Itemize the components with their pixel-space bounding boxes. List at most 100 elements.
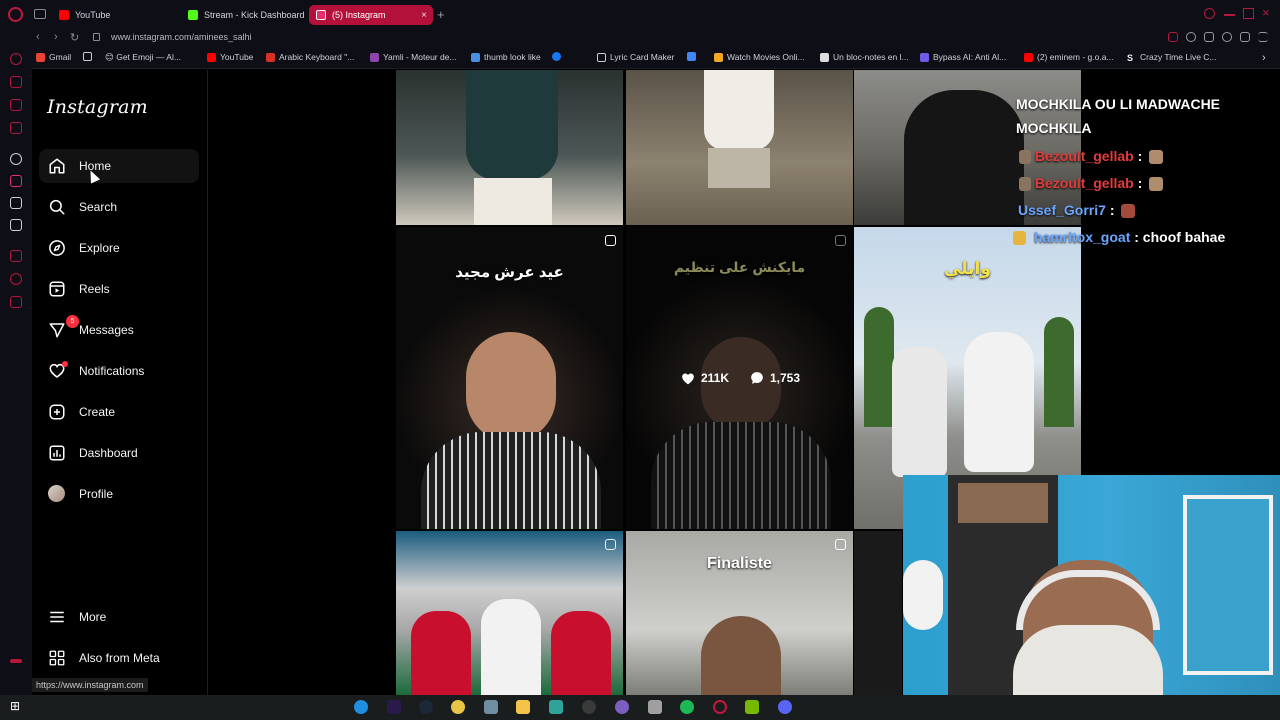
- nav-reels[interactable]: Reels: [39, 272, 199, 306]
- crazy-time-icon: S: [1127, 52, 1134, 63]
- close-window-icon[interactable]: ×: [1262, 5, 1270, 20]
- nav-explore[interactable]: Explore: [39, 231, 199, 265]
- bookmark-docs[interactable]: [687, 52, 696, 61]
- nav-profile[interactable]: Profile: [39, 477, 199, 511]
- instagram-logo[interactable]: Instagram: [47, 96, 148, 118]
- webcam-frame: [958, 483, 1048, 523]
- reload-button[interactable]: ↻: [70, 31, 79, 44]
- emote-icon: [1149, 177, 1164, 192]
- file-explorer-icon[interactable]: [516, 700, 530, 714]
- bookmark-thumb[interactable]: thumb look like: [471, 52, 541, 62]
- extensions-icon[interactable]: [1204, 32, 1214, 42]
- app-icon[interactable]: [484, 700, 498, 714]
- meta-apps-icon: [48, 649, 66, 667]
- bookmark-bypass-ai[interactable]: Bypass AI: Anti Al...: [920, 52, 1006, 62]
- messenger-sidebar-icon[interactable]: [10, 76, 22, 88]
- bookmark-gmail[interactable]: Gmail: [36, 52, 71, 62]
- back-button[interactable]: ‹: [36, 31, 40, 43]
- edge-icon[interactable]: [354, 700, 368, 714]
- app-icon[interactable]: [615, 700, 629, 714]
- aria-icon[interactable]: [10, 53, 22, 65]
- bookmark-lyric-card[interactable]: Lyric Card Maker: [597, 52, 674, 62]
- chrome-icon[interactable]: [451, 700, 465, 714]
- post-tile[interactable]: [396, 531, 623, 695]
- tab-kick-dashboard[interactable]: Stream - Kick Dashboard: [181, 5, 309, 25]
- spotify-icon[interactable]: [680, 700, 694, 714]
- nav-label: More: [79, 610, 107, 624]
- bookmark-bloc-notes[interactable]: Un bloc-notes en l...: [820, 52, 909, 62]
- maximize-icon[interactable]: [1243, 8, 1254, 19]
- bookmark-get-emoji[interactable]: 😊 Get Emoji — Al...: [105, 52, 181, 63]
- bookmark-youtube[interactable]: YouTube: [207, 52, 253, 62]
- post-tile[interactable]: [854, 531, 902, 695]
- nav-home[interactable]: Home: [39, 149, 199, 183]
- tab-close-icon[interactable]: ×: [421, 10, 427, 21]
- tab-title: Stream - Kick Dashboard: [204, 10, 305, 20]
- minimize-icon[interactable]: [1224, 14, 1235, 16]
- sidebar-settings-icon[interactable]: [10, 659, 22, 663]
- forward-button[interactable]: ›: [54, 31, 58, 43]
- chat-username[interactable]: Ussef_Gorri7: [1018, 202, 1106, 218]
- chat-username[interactable]: hamritox_goat: [1034, 229, 1130, 245]
- chatgpt-sidebar-icon[interactable]: [10, 153, 22, 165]
- tab-youtube[interactable]: YouTube: [52, 5, 176, 25]
- post-figure: [411, 611, 471, 695]
- post-tile[interactable]: Finaliste: [626, 531, 853, 695]
- new-tab-button[interactable]: +: [437, 7, 445, 22]
- bookmark-arabic-keyboard[interactable]: Arabic Keyboard "...: [266, 52, 354, 62]
- chat-username[interactable]: Bezoult_gellab: [1035, 175, 1134, 191]
- docs-icon: [687, 52, 696, 61]
- nav-messages[interactable]: 5 Messages: [39, 313, 199, 347]
- nav-also-from-meta[interactable]: Also from Meta: [39, 641, 199, 675]
- instagram-sidebar-icon[interactable]: [10, 175, 22, 187]
- twitch-sidebar-icon[interactable]: [10, 99, 22, 111]
- nav-notifications[interactable]: Notifications: [39, 354, 199, 388]
- lock-icon[interactable]: [93, 33, 100, 41]
- history-sidebar-icon[interactable]: [10, 273, 22, 285]
- premiere-icon[interactable]: [387, 700, 401, 714]
- account-icon[interactable]: [1222, 32, 1232, 42]
- menu-icon[interactable]: [1258, 32, 1268, 42]
- nav-create[interactable]: Create: [39, 395, 199, 429]
- url-field[interactable]: www.instagram.com/aminees_salhi: [111, 32, 252, 42]
- nav-more[interactable]: More: [39, 600, 199, 634]
- bookmark-page[interactable]: [83, 52, 92, 61]
- post-tile[interactable]: [396, 70, 623, 225]
- download-icon[interactable]: [1240, 32, 1250, 42]
- instagram-favicon-icon: [316, 10, 326, 20]
- speaker-icon[interactable]: [1168, 32, 1178, 42]
- bookmark-yamli[interactable]: Yamli - Moteur de...: [370, 52, 457, 62]
- bookmark-label: YouTube: [220, 52, 254, 62]
- media-sidebar-icon[interactable]: [10, 122, 22, 134]
- bookmark-crazy-time[interactable]: S Crazy Time Live C...: [1127, 52, 1217, 63]
- opera-logo-icon[interactable]: [8, 7, 23, 22]
- bookmark-facebook[interactable]: [552, 52, 561, 61]
- nav-dashboard[interactable]: Dashboard: [39, 436, 199, 470]
- post-tile-hovered[interactable]: مايكنش على تنظيم 211K 1,753: [626, 227, 853, 529]
- nav-search[interactable]: Search: [39, 190, 199, 224]
- app-icon[interactable]: [549, 700, 563, 714]
- bookmark-watch-movies[interactable]: Watch Movies Onli...: [714, 52, 805, 62]
- post-tile[interactable]: [626, 70, 853, 225]
- chat-username[interactable]: Bezoult_gellab: [1035, 148, 1134, 164]
- x-sidebar-icon[interactable]: [10, 219, 22, 231]
- bookmarks-overflow-icon[interactable]: ›: [1262, 52, 1266, 64]
- downloads-sidebar-icon[interactable]: [10, 296, 22, 308]
- post-figure: [466, 332, 556, 442]
- windows-start-icon[interactable]: ⊞: [10, 699, 24, 713]
- tab-instagram[interactable]: (5) Instagram ×: [309, 5, 433, 25]
- pin-sidebar-icon[interactable]: [10, 250, 22, 262]
- steam-icon[interactable]: [419, 700, 433, 714]
- nvidia-icon[interactable]: [745, 700, 759, 714]
- app-icon[interactable]: [648, 700, 662, 714]
- emote-icon: [1121, 204, 1136, 219]
- opera-taskbar-icon[interactable]: [713, 700, 727, 714]
- search-tabs-icon[interactable]: [1204, 8, 1215, 19]
- workspaces-icon[interactable]: [34, 9, 46, 19]
- tiktok-sidebar-icon[interactable]: [10, 197, 22, 209]
- post-tile[interactable]: عيد عرش مجيد: [396, 227, 623, 529]
- lightbulb-icon[interactable]: [1186, 32, 1196, 42]
- discord-icon[interactable]: [778, 700, 792, 714]
- bookmark-eminem[interactable]: (2) eminem - g.o.a...: [1024, 52, 1114, 62]
- obs-icon[interactable]: [582, 700, 596, 714]
